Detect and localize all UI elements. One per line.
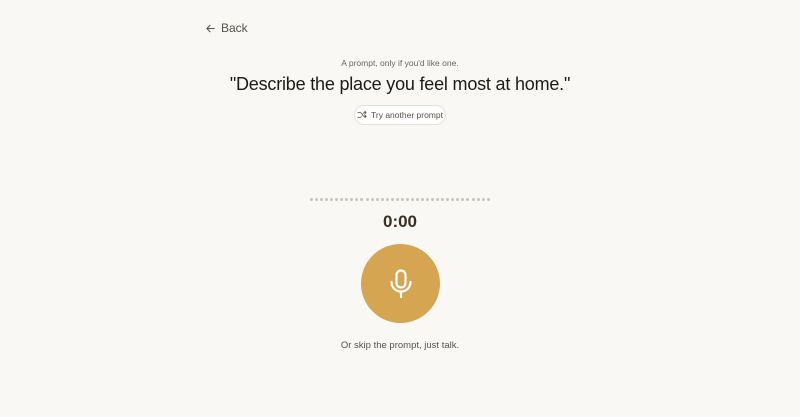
try-another-prompt-button[interactable]: Try another prompt [354,105,446,125]
waveform-dot [441,197,445,201]
waveform-dot [325,197,329,201]
shuffle-icon [357,110,367,120]
waveform-dot [486,197,490,201]
waveform-dot [471,197,475,201]
waveform-dot [365,197,369,201]
microphone-icon [388,268,414,299]
prompt-text: "Describe the place you feel most at hom… [229,74,571,94]
waveform-dot [446,197,450,201]
waveform-dot [461,197,465,201]
prompt-intro: A prompt, only if you'd like one. [341,58,459,68]
waveform-dot [350,197,354,201]
waveform-dot [395,197,399,201]
waveform-dot [385,197,389,201]
waveform-dot [340,197,344,201]
waveform-dot [380,197,384,201]
waveform-dot [405,197,409,201]
waveform-dot [410,197,414,201]
back-link[interactable]: Back [205,20,248,36]
waveform-dot [415,197,419,201]
waveform-dot [451,197,455,201]
waveform-dot [481,197,485,201]
waveform-dot [330,197,334,201]
waveform-dot [370,197,374,201]
waveform-dot [315,197,319,201]
waveform-dot [335,197,339,201]
waveform-dot [390,197,394,201]
waveform-dot [431,197,435,201]
waveform-dot [375,197,379,201]
waveform-dot [466,197,470,201]
waveform-dot [426,197,430,201]
recording-page: Back A prompt, only if you'd like one. "… [0,0,800,417]
waveform-dot [456,197,460,201]
waveform-dot [310,197,313,201]
arrow-left-icon [205,23,216,34]
record-button[interactable] [361,244,440,323]
waveform-dot [355,197,359,201]
waveform-dot [436,197,440,201]
recording-timer: 0:00 [382,212,418,231]
waveform [310,196,490,202]
waveform-dot [320,197,324,201]
waveform-dot [400,197,404,201]
skip-prompt-text: Or skip the prompt, just talk. [340,340,460,351]
waveform-dot [421,197,425,201]
try-another-label: Try another prompt [371,110,443,120]
waveform-dot [345,197,349,201]
back-label: Back [221,21,248,35]
waveform-dot [360,197,364,201]
waveform-dot [476,197,480,201]
